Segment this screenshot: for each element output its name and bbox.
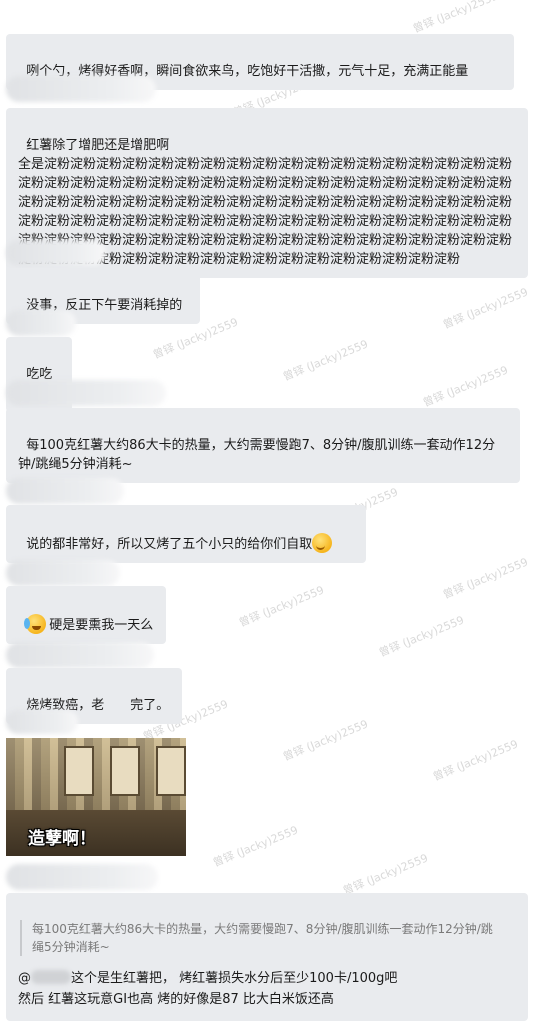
image-detail	[156, 746, 186, 796]
sender-name-blurred	[6, 478, 124, 504]
quoted-text: 每100克红薯大约86大卡的热量，大约需要慢跑7、8分钟/腹肌训练一套动作12分…	[32, 922, 493, 954]
sender-name-blurred	[6, 380, 166, 406]
meme-image[interactable]: 造孽啊！	[6, 738, 186, 856]
chat-message[interactable]: 硬是要熏我一天么	[6, 586, 166, 644]
quoted-message[interactable]: 每100克红薯大约86大卡的热量，大约需要慢跑7、8分钟/腹肌训练一套动作12分…	[20, 920, 502, 956]
thinking-face-icon	[312, 533, 333, 553]
crying-face-icon	[24, 614, 47, 634]
sender-name-blurred	[6, 76, 156, 102]
reply-line-2: 然后 红薯这玩意GI也高 烤的好像是87 比大白米饭还高	[18, 989, 518, 1010]
message-text: 说的都非常好，所以又烤了五个小只的给你们自取	[26, 537, 313, 552]
message-text: 每100克红薯大约86大卡的热量，大约需要慢跑7、8分钟/腹肌训练一套动作12分…	[18, 438, 496, 472]
image-detail	[110, 746, 140, 796]
sender-name-blurred	[6, 642, 154, 668]
sender-name-blurred	[6, 310, 76, 336]
watermark: 曾铎 (Jacky)2559	[211, 823, 300, 870]
watermark: 曾铎 (Jacky)2559	[341, 851, 430, 898]
sender-name-blurred	[6, 710, 78, 734]
chat-message[interactable]: 说的都非常好，所以又烤了五个小只的给你们自取	[6, 505, 366, 563]
sender-name-blurred	[6, 560, 120, 586]
image-caption: 造孽啊！	[28, 829, 96, 849]
watermark: 曾铎 (Jacky)2559	[377, 613, 466, 660]
sender-name-blurred	[6, 240, 106, 266]
mention-at: @	[18, 971, 31, 986]
watermark: 曾铎 (Jacky)2559	[441, 555, 530, 602]
redacted-word	[104, 697, 131, 711]
reply-line-1: @ 这个是生红薯把， 烤红薯损失水分后至少100卡/100g吧	[18, 968, 518, 989]
watermark: 曾铎 (Jacky)2559	[281, 717, 370, 764]
mention-name-blurred[interactable]	[31, 970, 71, 984]
watermark: 曾铎 (Jacky)2559	[411, 0, 500, 36]
reply-text-block: @ 这个是生红薯把， 烤红薯损失水分后至少100卡/100g吧 然后 红薯这玩意G…	[18, 968, 518, 1010]
message-text-end: 完了。	[130, 698, 170, 713]
reply-text-2b: 红薯这玩意GI也高 烤的好像是87 比大白米饭还高	[48, 992, 334, 1007]
sender-name-blurred	[6, 864, 158, 890]
chat-message[interactable]: 每100克红薯大约86大卡的热量，大约需要慢跑7、8分钟/腹肌训练一套动作12分…	[6, 408, 520, 483]
watermark: 曾铎 (Jacky)2559	[237, 583, 326, 630]
watermark: 曾铎 (Jacky)2559	[441, 285, 530, 332]
message-text: 硬是要熏我一天么	[49, 618, 154, 633]
reply-text-1: 这个是生红薯把， 烤红薯损失水分后至少100卡/100g吧	[71, 971, 398, 986]
watermark: 曾铎 (Jacky)2559	[421, 363, 510, 410]
image-detail	[64, 746, 94, 796]
watermark: 曾铎 (Jacky)2559	[281, 337, 370, 384]
reply-text-2a: 然后	[18, 992, 45, 1007]
watermark: 曾铎 (Jacky)2559	[431, 737, 520, 784]
